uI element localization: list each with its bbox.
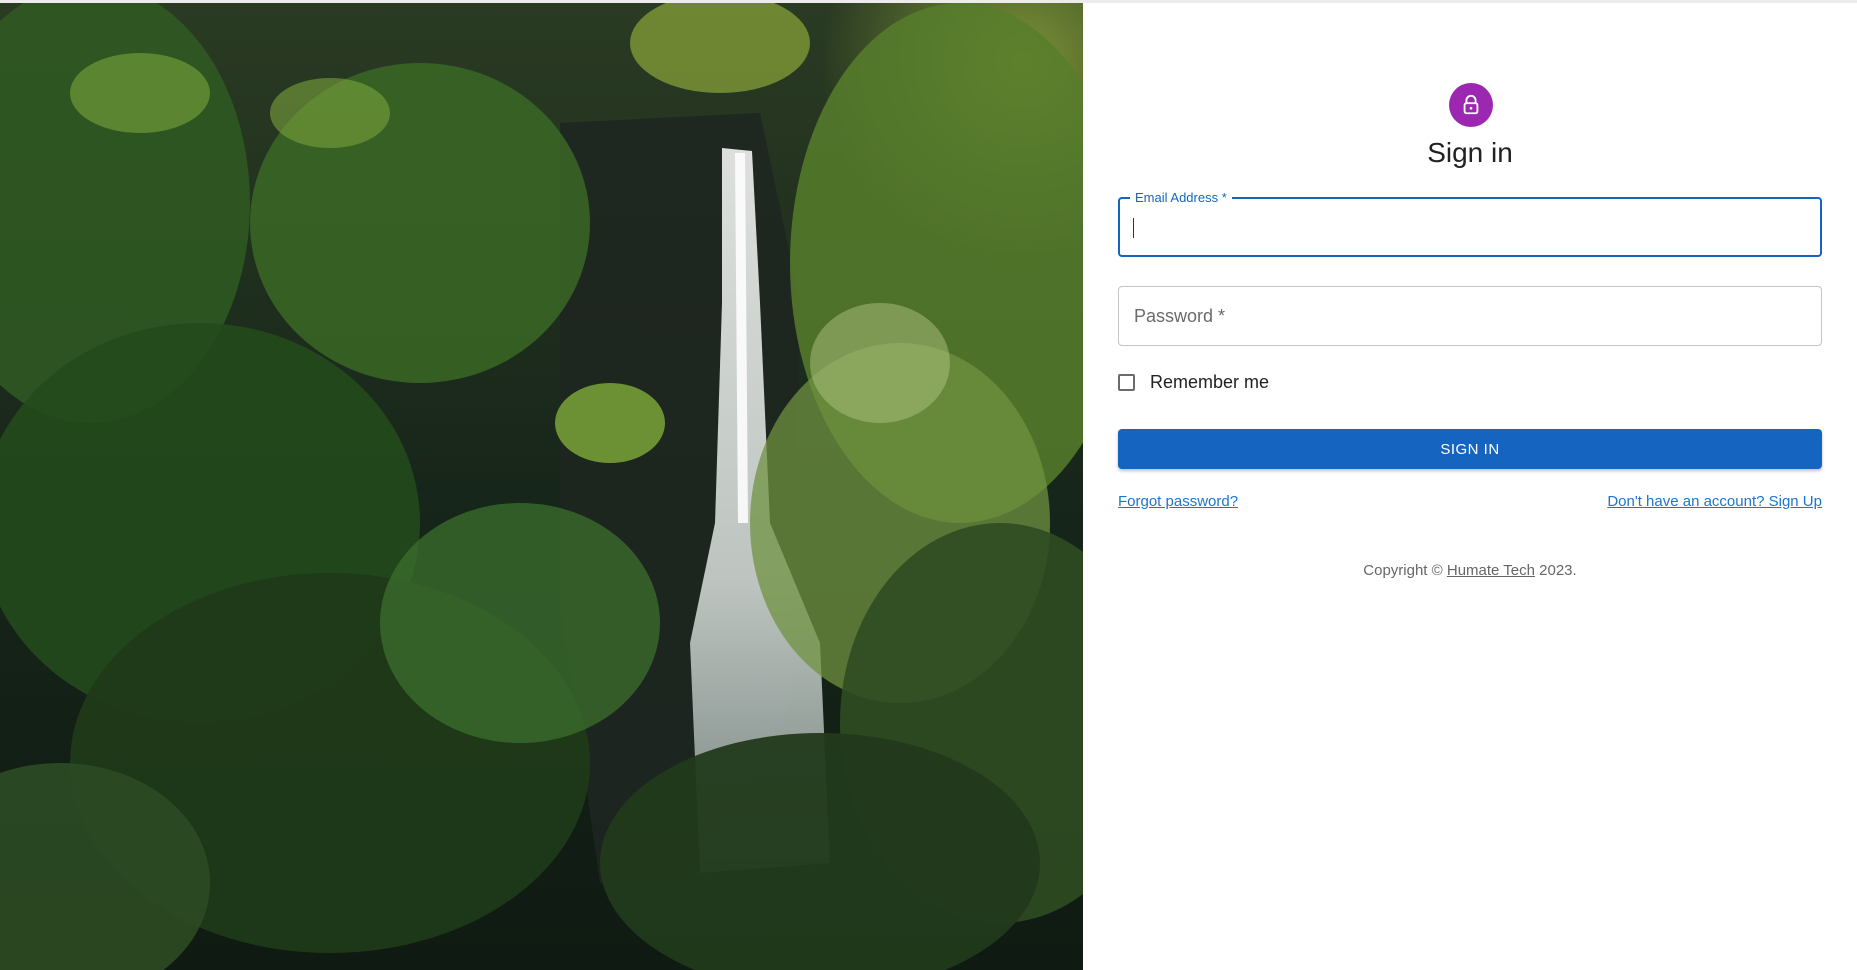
- page-title: Sign in: [1427, 137, 1513, 168]
- lock-icon: [1463, 94, 1479, 115]
- remember-me-label[interactable]: Remember me: [1150, 372, 1269, 393]
- text-cursor: [1133, 218, 1134, 238]
- email-field[interactable]: Email Address *: [1118, 190, 1822, 257]
- copyright-prefix: Copyright ©: [1363, 562, 1443, 579]
- password-input[interactable]: [1133, 287, 1807, 345]
- signin-panel: Sign in Email Address * Password * Remem…: [1083, 3, 1857, 970]
- password-field[interactable]: Password *: [1118, 286, 1822, 346]
- copyright-footer: Copyright © Humate Tech 2023.: [1118, 562, 1822, 579]
- lock-avatar: [1449, 83, 1493, 127]
- remember-me-checkbox[interactable]: [1118, 373, 1135, 391]
- forest-waterfall-photo: [0, 3, 1083, 970]
- sign-in-button[interactable]: SIGN IN: [1118, 429, 1822, 469]
- email-input[interactable]: [1134, 199, 1808, 257]
- remember-me-row[interactable]: Remember me: [1118, 369, 1269, 395]
- copyright-year: 2023.: [1539, 562, 1577, 579]
- hero-image: [0, 3, 1083, 970]
- company-link[interactable]: Humate Tech: [1447, 562, 1535, 579]
- sign-up-link[interactable]: Don't have an account? Sign Up: [1607, 493, 1822, 510]
- forgot-password-link[interactable]: Forgot password?: [1118, 493, 1238, 510]
- signin-page: Sign in Email Address * Password * Remem…: [0, 3, 1857, 970]
